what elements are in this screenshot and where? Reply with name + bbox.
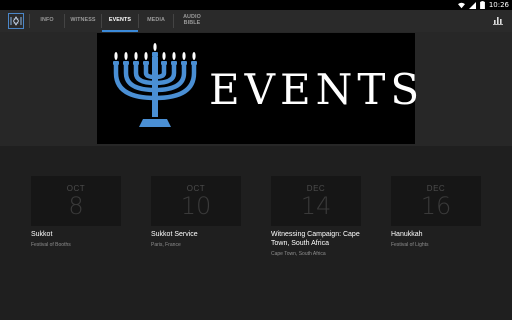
event-day: 16 [420,192,452,220]
event-day: 10 [180,192,212,220]
event-card-witnessing-campaign[interactable]: DEC 14 Witnessing Campaign: Cape Town, S… [271,176,371,257]
tab-label: EVENTS [108,17,132,24]
event-date: OCT 8 [31,176,121,226]
event-subtitle: Cape Town, South Africa [271,250,326,257]
hero-section: EVENTS [0,32,512,146]
event-title: Sukkot [31,231,53,238]
event-date: DEC 16 [391,176,481,226]
tab-bar: INFO WITNESS EVENTS MEDIA AUDIO BIBLE [29,10,210,32]
event-title: Sukkot Service [151,231,198,238]
events-list: OCT 8 Sukkot Festival of Booths OCT 10 S… [0,146,512,320]
tab-label: AUDIO BIBLE [183,14,201,26]
event-card-hanukkah[interactable]: DEC 16 Hanukkah Festival of Lights [391,176,491,248]
event-day: 14 [300,192,332,220]
bar-chart-icon[interactable] [493,15,503,25]
app-bar: INFO WITNESS EVENTS MEDIA AUDIO BIBLE [0,10,512,32]
menorah-icon [113,43,197,127]
status-time: 10:26 [488,1,509,9]
battery-icon [479,1,485,9]
event-day: 8 [68,192,84,220]
banner-title: EVENTS [209,65,425,114]
signal-icon [468,1,476,9]
event-title: Witnessing Campaign: Cape Town, South Af… [271,231,360,247]
event-subtitle: Paris, France [151,241,181,248]
event-card-sukkot[interactable]: OCT 8 Sukkot Festival of Booths [31,176,131,248]
event-title: Hanukkah [391,231,423,238]
event-date: OCT 10 [151,176,241,226]
status-icons: 10:26 [457,0,509,10]
event-subtitle: Festival of Booths [31,241,71,248]
tab-events[interactable]: EVENTS [102,10,138,32]
wifi-icon [457,2,465,8]
app-logo-icon[interactable] [8,13,24,29]
tab-info[interactable]: INFO [30,10,64,32]
tab-audio-bible[interactable]: AUDIO BIBLE [174,10,210,32]
tab-witness[interactable]: WITNESS [65,10,101,32]
event-date: DEC 14 [271,176,361,226]
status-bar: 10:26 [0,0,512,10]
tab-label: MEDIA [147,17,165,24]
tab-label: WITNESS [70,17,96,24]
events-banner: EVENTS [97,33,419,144]
tab-label: INFO [40,17,54,24]
tab-media[interactable]: MEDIA [139,10,173,32]
event-card-sukkot-service[interactable]: OCT 10 Sukkot Service Paris, France [151,176,251,248]
event-subtitle: Festival of Lights [391,241,429,248]
